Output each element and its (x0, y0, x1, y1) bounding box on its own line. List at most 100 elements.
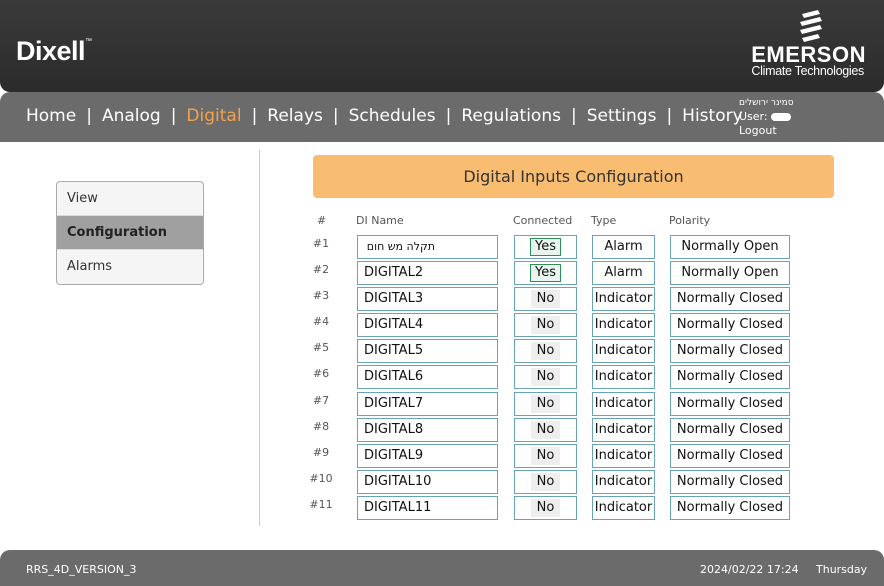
di-name-field[interactable]: DIGITAL6 (357, 365, 498, 389)
di-name-field[interactable]: DIGITAL9 (357, 444, 498, 468)
row-number: #1 (312, 237, 330, 250)
row-number: #7 (312, 394, 330, 407)
type-select[interactable]: Indicator (592, 496, 655, 520)
connected-value: No (530, 421, 561, 439)
vertical-divider (259, 150, 260, 526)
emerson-logo: EMERSON Climate Technologies (736, 10, 866, 80)
di-name-field[interactable]: DIGITAL10 (357, 470, 498, 494)
dixell-logo: Dixell™ (16, 36, 92, 66)
connected-value: No (530, 290, 561, 308)
header-num: # (317, 214, 327, 227)
di-name-field[interactable]: DIGITAL5 (357, 339, 498, 363)
version-label: RRS_4D_VERSION_3 (26, 563, 137, 576)
connected-value: No (530, 316, 561, 334)
type-select[interactable]: Indicator (592, 287, 655, 311)
polarity-select[interactable]: Normally Open (670, 235, 790, 259)
type-select[interactable]: Indicator (592, 444, 655, 468)
row-number: #4 (312, 315, 330, 328)
connected-select[interactable]: No (514, 392, 577, 416)
site-name: סמינר ירושלים (739, 98, 794, 108)
di-name-field[interactable]: תקלה מש חום (357, 235, 498, 259)
header-di-name: DI Name (356, 214, 404, 227)
nav-history[interactable]: History (682, 106, 742, 126)
side-menu: View Configuration Alarms (56, 181, 204, 285)
type-select[interactable]: Indicator (592, 418, 655, 442)
connected-value: No (530, 447, 561, 465)
header-type: Type (591, 214, 617, 227)
connected-value: No (530, 342, 561, 360)
connected-select[interactable]: No (514, 496, 577, 520)
di-name-field[interactable]: DIGITAL8 (357, 418, 498, 442)
connected-value: Yes (530, 264, 561, 282)
day-label: Thursday (816, 563, 868, 576)
polarity-select[interactable]: Normally Closed (670, 418, 790, 442)
nav-separator: | (445, 106, 452, 126)
nav-schedules[interactable]: Schedules (349, 106, 436, 126)
polarity-select[interactable]: Normally Closed (670, 470, 790, 494)
nav-relays[interactable]: Relays (267, 106, 323, 126)
connected-select[interactable]: No (514, 365, 577, 389)
nav-separator: | (86, 106, 92, 126)
sidebar-item-alarms[interactable]: Alarms (57, 250, 203, 284)
row-number: #11 (309, 498, 333, 511)
di-name-field[interactable]: DIGITAL7 (357, 392, 498, 416)
polarity-select[interactable]: Normally Closed (670, 287, 790, 311)
connected-select[interactable]: No (514, 444, 577, 468)
type-select[interactable]: Alarm (592, 235, 655, 259)
row-number: #5 (312, 341, 330, 354)
row-number: #6 (312, 367, 330, 380)
type-select[interactable]: Indicator (592, 392, 655, 416)
sidebar-item-view[interactable]: View (57, 182, 203, 216)
di-name-field[interactable]: DIGITAL2 (357, 261, 498, 285)
di-name-field[interactable]: DIGITAL11 (357, 496, 498, 520)
connected-value: No (530, 473, 561, 491)
header-polarity: Polarity (669, 214, 711, 227)
di-name-field[interactable]: DIGITAL4 (357, 313, 498, 337)
polarity-select[interactable]: Normally Closed (670, 496, 790, 520)
row-number: #2 (312, 263, 330, 276)
datetime-label: 2024/02/22 17:24 (700, 563, 799, 576)
page-title: Digital Inputs Configuration (313, 155, 834, 198)
connected-select[interactable]: No (514, 470, 577, 494)
polarity-select[interactable]: Normally Open (670, 261, 790, 285)
polarity-select[interactable]: Normally Closed (670, 365, 790, 389)
connected-value: Yes (530, 238, 561, 256)
connected-select[interactable]: No (514, 313, 577, 337)
polarity-select[interactable]: Normally Closed (670, 444, 790, 468)
connected-value: No (530, 499, 561, 517)
di-name-field[interactable]: DIGITAL3 (357, 287, 498, 311)
connected-select[interactable]: No (514, 339, 577, 363)
nav-digital[interactable]: Digital (186, 106, 241, 126)
nav-settings[interactable]: Settings (587, 106, 657, 126)
sidebar-item-configuration[interactable]: Configuration (57, 216, 203, 250)
nav-analog[interactable]: Analog (102, 106, 161, 126)
type-select[interactable]: Indicator (592, 365, 655, 389)
emerson-mark-icon (800, 10, 822, 42)
connected-select[interactable]: Yes (514, 235, 577, 259)
polarity-select[interactable]: Normally Closed (670, 339, 790, 363)
masked-username (770, 113, 791, 121)
nav-separator: | (332, 106, 339, 126)
polarity-select[interactable]: Normally Closed (670, 392, 790, 416)
row-number: #8 (312, 420, 330, 433)
nav-separator: | (570, 106, 577, 126)
nav-separator: | (666, 106, 673, 126)
type-select[interactable]: Alarm (592, 261, 655, 285)
user-line: User: (739, 110, 794, 124)
nav-regulations[interactable]: Regulations (461, 106, 561, 126)
connected-select[interactable]: Yes (514, 261, 577, 285)
nav-separator: | (170, 106, 177, 126)
main-nav: Home | Analog | Digital | Relays | Schedules | Reg… (26, 106, 743, 126)
header: Dixell™ EMERSON Climate Technologies (0, 0, 884, 92)
type-select[interactable]: Indicator (592, 339, 655, 363)
nav-home[interactable]: Home (26, 106, 76, 126)
connected-select[interactable]: No (514, 418, 577, 442)
footer: RRS_4D_VERSION_3 2024/02/22 17:24 Thursd… (0, 550, 884, 586)
type-select[interactable]: Indicator (592, 313, 655, 337)
polarity-select[interactable]: Normally Closed (670, 313, 790, 337)
connected-select[interactable]: No (514, 287, 577, 311)
row-number: #3 (312, 289, 330, 302)
header-connected: Connected (513, 214, 573, 227)
type-select[interactable]: Indicator (592, 470, 655, 494)
logout-link[interactable]: Logout (739, 124, 794, 138)
